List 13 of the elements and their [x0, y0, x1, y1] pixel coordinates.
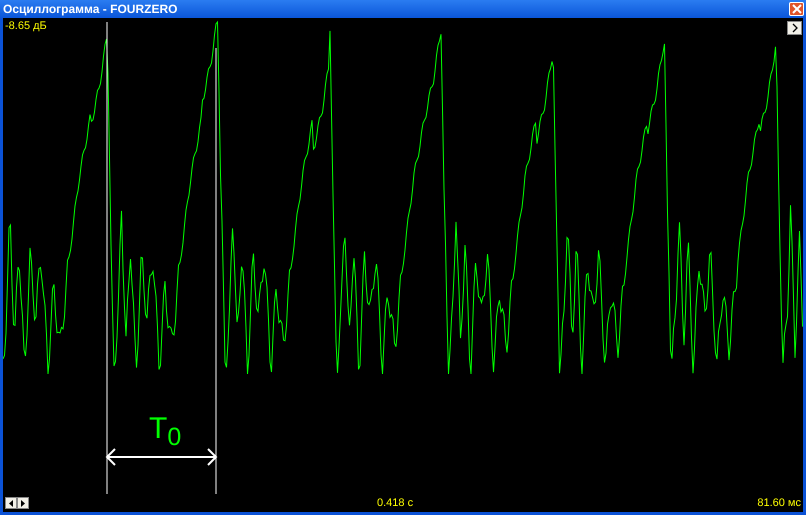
level-reading: -8.65 дБ — [5, 20, 47, 32]
close-icon — [792, 4, 802, 14]
left-arrow-icon — [8, 500, 14, 506]
time-reading: 0.418 с — [377, 497, 414, 509]
scroll-left-button[interactable] — [5, 497, 17, 509]
right-arrow-icon — [20, 500, 26, 506]
window-title: Осциллограмма - FOURZERO — [3, 2, 178, 16]
scroll-right-button[interactable] — [17, 497, 29, 509]
period-label: T$_{0}$ — [149, 414, 182, 450]
chevron-right-icon — [790, 23, 798, 33]
expand-button[interactable] — [787, 21, 802, 35]
close-button[interactable] — [789, 2, 804, 16]
period-reading: 81.60 мс — [757, 497, 802, 509]
